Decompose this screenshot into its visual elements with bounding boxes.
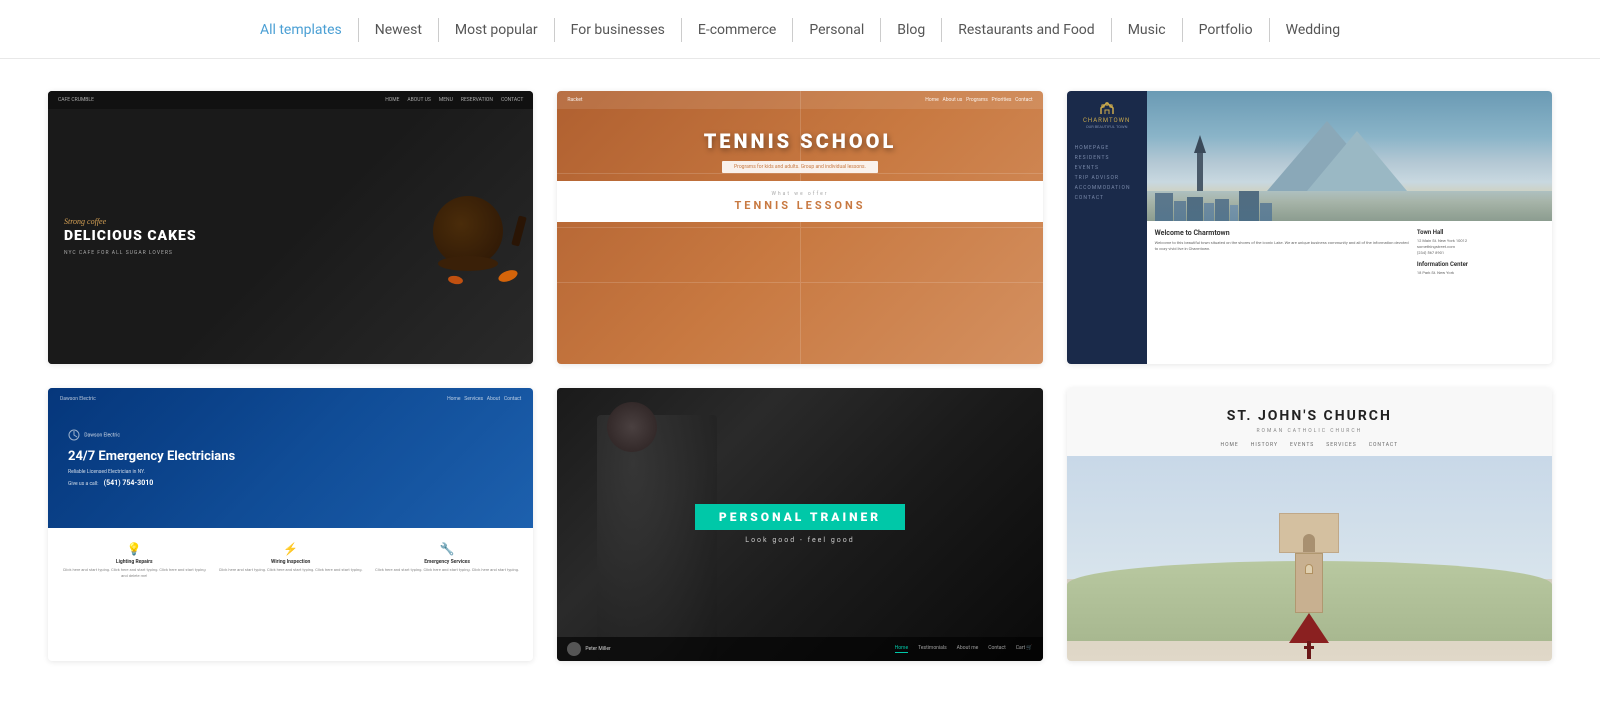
charmtown-menu-homepage: HOMEPAGE [1075, 143, 1139, 153]
feature-lighting-repairs: 💡 Lighting Repairs Click here and start … [56, 538, 212, 582]
nav-item-portfolio[interactable]: Portfolio [1183, 18, 1270, 42]
charmtown-info2-title: Information Center [1417, 261, 1544, 268]
template-grid: CAFE CRUMBLE HOMEABOUT USMENURESERVATION… [0, 59, 1600, 693]
template-card-electricians[interactable]: Dawson Electric Home Services About Cont… [48, 388, 533, 661]
nav-item-personal[interactable]: Personal [793, 18, 881, 42]
tennis-subtitle: Programs for kids and adults. Group and … [722, 161, 878, 173]
nav-item-for-businesses[interactable]: For businesses [555, 18, 682, 42]
electric-subtitle: Reliable Licensed Electrician in NY. [68, 469, 513, 475]
church-header: ST. JOHN'S CHURCH ROMAN CATHOLIC CHURCH … [1067, 388, 1552, 456]
template-card-trainer[interactable]: PERSONAL TRAINER Look good - feel good P… [557, 388, 1042, 661]
template-card-cafe[interactable]: CAFE CRUMBLE HOMEABOUT USMENURESERVATION… [48, 91, 533, 364]
trainer-nav-home: Home [895, 645, 908, 653]
template-card-charmtown[interactable]: CHARMTOWN OUR BEAUTIFUL TOWN HOMEPAGERES… [1067, 91, 1552, 364]
feature-emergency-services: 🔧 Emergency Services Click here and star… [369, 538, 525, 582]
church-building [1269, 513, 1349, 661]
electric-phone: (541) 754-3010 [104, 479, 154, 487]
feature-desc: Click here and start typing. Click here … [60, 567, 208, 578]
electric-card: Dawson Electric Home Services About Cont… [48, 388, 533, 590]
charmtown-sub: OUR BEAUTIFUL TOWN [1075, 124, 1139, 129]
charmtown-menu-residents: RESIDENTS [1075, 153, 1139, 163]
charmtown-sidebar: CHARMTOWN OUR BEAUTIFUL TOWN HOMEPAGERES… [1067, 91, 1147, 364]
nav-item-blog[interactable]: Blog [881, 18, 942, 42]
church-subtitle: ROMAN CATHOLIC CHURCH [1083, 428, 1536, 434]
electric-features: 💡 Lighting Repairs Click here and start … [48, 528, 533, 590]
nav-item-newest[interactable]: Newest [359, 18, 439, 42]
template-card-tennis[interactable]: Racket Home About us Programs Priorities… [557, 91, 1042, 364]
tennis-title: TENNIS SCHOOL [577, 129, 1022, 153]
trainer-content: PERSONAL TRAINER Look good - feel good [557, 388, 1042, 661]
cafe-tagline: NYC CAFE FOR ALL SUGAR LOVERS [64, 250, 197, 256]
electric-title: 24/7 Emergency Electricians [68, 449, 513, 465]
charmtown-body: Welcome to this beautiful town situated … [1155, 240, 1409, 252]
charmtown-image [1147, 91, 1552, 221]
feature-title: Lighting Repairs [60, 559, 208, 565]
charmtown-content: Welcome to Charmtown Welcome to this bea… [1147, 91, 1552, 364]
nav-item-wedding[interactable]: Wedding [1270, 18, 1356, 42]
trainer-nav-cart: Cart 🛒 [1016, 645, 1033, 653]
tennis-hero: TENNIS SCHOOL Programs for kids and adul… [557, 109, 1042, 181]
nav-item-music[interactable]: Music [1112, 18, 1183, 42]
charmtown-name: CHARMTOWN [1075, 117, 1139, 124]
charmtown-logo: CHARMTOWN OUR BEAUTIFUL TOWN [1075, 101, 1139, 129]
tennis-nav: Racket Home About us Programs Priorities… [557, 91, 1042, 109]
charmtown-info2-addr: 18 Park St. New York [1417, 270, 1544, 275]
trainer-nav-about: About me [957, 645, 979, 653]
cafe-content: Strong coffee DELICIOUS CAKES NYC CAFE F… [48, 109, 533, 364]
charmtown-menu-accommodation: ACCOMMODATION [1075, 183, 1139, 193]
electric-nav: Dawson Electric Home Services About Cont… [48, 396, 533, 402]
nav-item-e-commerce[interactable]: E-commerce [682, 18, 793, 42]
electric-cta: Give us a call: (541) 754-3010 [68, 479, 513, 487]
cafe-brand: CAFE CRUMBLE [58, 97, 94, 103]
electric-hero: Dawson Electric Home Services About Cont… [48, 388, 533, 528]
charmtown-info1-addr: 12 Main St. New York 10012somethingstree… [1417, 238, 1544, 256]
charmtown-section-title: Welcome to Charmtown [1155, 229, 1409, 237]
nav-item-all-templates[interactable]: All templates [244, 18, 359, 42]
trainer-nav: Home Testimonials About me Contact Cart … [895, 645, 1033, 653]
cafe-nav-strip: CAFE CRUMBLE HOMEABOUT USMENURESERVATION… [48, 91, 533, 109]
feature-desc: Click here and start typing. Click here … [373, 567, 521, 573]
feature-title: Wiring Inspection [216, 559, 364, 565]
electric-brand: Dawson Electric [60, 396, 96, 402]
charmtown-info1-title: Town Hall [1417, 229, 1544, 236]
trainer-avatar [567, 642, 581, 656]
trainer-nav-contact: Contact [988, 645, 1005, 653]
tennis-nav-links: Home About us Programs Priorities Contac… [925, 97, 1032, 103]
feature-wiring-inspection: ⚡ Wiring Inspection Click here and start… [212, 538, 368, 582]
charmtown-menu-contact: CONTACT [1075, 193, 1139, 203]
cafe-nav-links: HOMEABOUT USMENURESERVATIONCONTACT [385, 97, 523, 103]
tennis-brand: Racket [567, 97, 582, 103]
feature-icon: 🔧 [373, 542, 521, 556]
trainer-badge: PERSONAL TRAINER [695, 504, 905, 530]
template-nav: All templatesNewestMost popularFor busin… [0, 0, 1600, 59]
nav-item-most-popular[interactable]: Most popular [439, 18, 555, 42]
church-title: ST. JOHN'S CHURCH [1083, 408, 1536, 424]
trainer-name: Peter Miller [585, 646, 610, 652]
electric-logo: Dawson Electric [68, 429, 513, 441]
church-nav: HOME HISTORY EVENTS SERVICES CONTACT [1083, 442, 1536, 448]
trainer-nav-test: Testimonials [918, 645, 947, 653]
nav-item-restaurants-food[interactable]: Restaurants and Food [942, 18, 1111, 42]
charmtown-menu: HOMEPAGERESIDENTSEVENTSTRIP ADVISORACCOM… [1075, 143, 1139, 203]
feature-icon: ⚡ [216, 542, 364, 556]
charmtown-menu-trip-advisor: TRIP ADVISOR [1075, 173, 1139, 183]
cafe-subtitle: Strong coffee [64, 217, 197, 226]
template-card-church[interactable]: ST. JOHN'S CHURCH ROMAN CATHOLIC CHURCH … [1067, 388, 1552, 661]
trainer-tagline: Look good - feel good [745, 536, 854, 544]
feature-title: Emergency Services [373, 559, 521, 565]
charmtown-info: Welcome to Charmtown Welcome to this bea… [1147, 221, 1552, 283]
feature-desc: Click here and start typing. Click here … [216, 567, 364, 573]
church-image [1067, 456, 1552, 661]
electric-content: Dawson Electric 24/7 Emergency Electrici… [68, 429, 513, 487]
feature-icon: 💡 [60, 542, 208, 556]
food-visual [403, 186, 523, 286]
cafe-title: DELICIOUS CAKES [64, 229, 197, 244]
trainer-bottom-bar: Peter Miller Home Testimonials About me … [557, 637, 1042, 661]
charmtown-menu-events: EVENTS [1075, 163, 1139, 173]
electric-nav-links: Home Services About Contact [447, 396, 521, 402]
